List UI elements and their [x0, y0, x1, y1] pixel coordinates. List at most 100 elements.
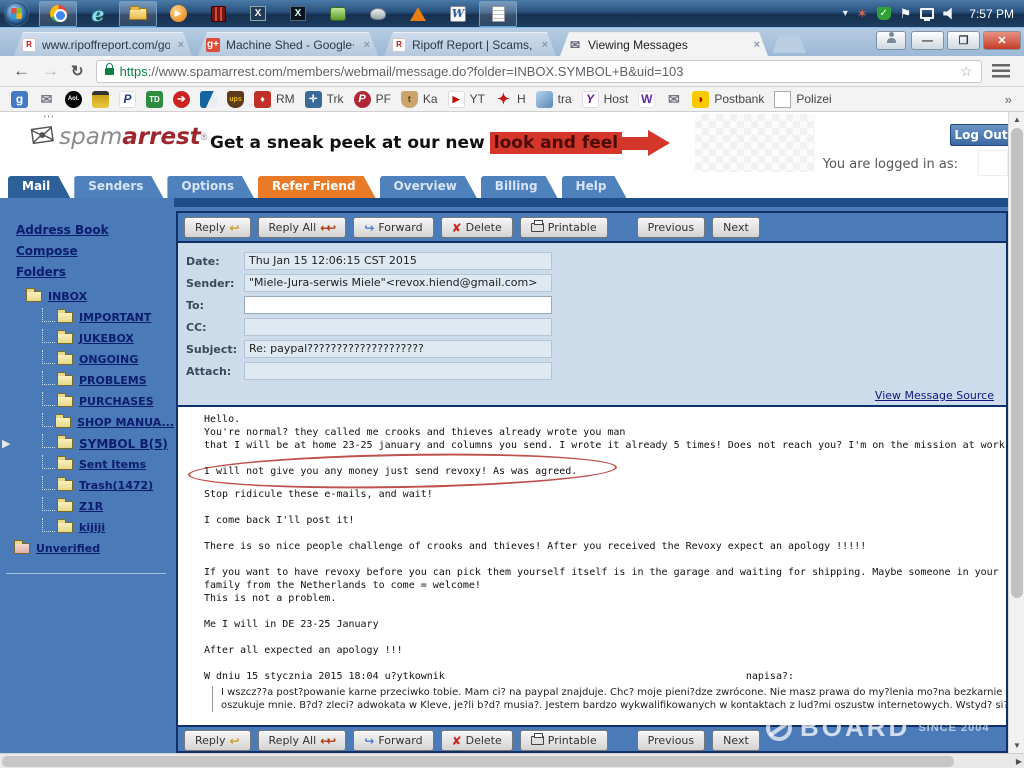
- antivirus-shield-icon[interactable]: ✓: [877, 7, 891, 20]
- taskbar-explorer[interactable]: [119, 1, 157, 27]
- folder-sent-items[interactable]: Sent Items: [0, 454, 174, 475]
- volume-icon[interactable]: [943, 8, 956, 20]
- reply-all-button[interactable]: Reply All↩↩: [258, 217, 347, 238]
- folder-z1r[interactable]: Z1R: [0, 496, 174, 517]
- horizontal-scrollbar[interactable]: ▶: [0, 753, 1024, 768]
- folder-shop-manuals[interactable]: SHOP MANUA...: [0, 412, 174, 433]
- bookmark-h[interactable]: ✦H: [495, 91, 526, 108]
- scroll-up-icon[interactable]: ▲: [1009, 112, 1024, 127]
- maximize-button[interactable]: ❐: [947, 31, 980, 50]
- tab-close-icon[interactable]: ×: [542, 39, 548, 51]
- folder-unverified[interactable]: Unverified: [0, 538, 174, 559]
- tab-senders[interactable]: Senders: [74, 176, 163, 198]
- reply-button[interactable]: Reply↩: [184, 730, 251, 751]
- folder-problems[interactable]: PROBLEMS: [0, 370, 174, 391]
- sidebar-link-compose[interactable]: Compose: [16, 244, 174, 258]
- bookmark-tra[interactable]: tra: [536, 91, 572, 108]
- sidebar-link-address-book[interactable]: Address Book: [16, 223, 174, 237]
- bookmark-aol[interactable]: Aol.: [65, 91, 82, 108]
- printable-button[interactable]: Printable: [520, 730, 608, 751]
- menu-icon[interactable]: [992, 64, 1010, 78]
- bookmark-yt[interactable]: ▶YT: [448, 91, 485, 108]
- previous-button[interactable]: Previous: [637, 217, 706, 238]
- new-tab-button[interactable]: [772, 35, 806, 53]
- bookmark-spamarrest2[interactable]: ✉: [665, 91, 682, 108]
- taskbar-app-red[interactable]: [199, 1, 237, 27]
- folder-kijiji[interactable]: kijiji: [0, 517, 174, 538]
- delete-button[interactable]: ✘Delete: [441, 217, 513, 238]
- bookmark-host[interactable]: YHost: [582, 91, 629, 108]
- back-icon[interactable]: ←: [13, 61, 30, 81]
- reply-button[interactable]: Reply↩: [184, 217, 251, 238]
- start-button[interactable]: [5, 2, 28, 25]
- omnibox[interactable]: https ://www.spamarrest.com/members/webm…: [96, 60, 982, 83]
- forward-button[interactable]: ↪Forward: [353, 217, 433, 238]
- taskbar-chrome[interactable]: [39, 1, 77, 27]
- bookmark-trk[interactable]: ✛Trk: [305, 91, 344, 108]
- tab-options[interactable]: Options: [167, 176, 254, 198]
- tab-refer-friend[interactable]: Refer Friend: [258, 176, 376, 198]
- bookmark-staples[interactable]: ➔: [173, 91, 190, 108]
- bookmarks-overflow-icon[interactable]: »: [1005, 92, 1012, 107]
- tab-close-icon[interactable]: ×: [364, 39, 370, 51]
- sneak-peek-banner[interactable]: Get a sneak peek at our new look and fee…: [210, 130, 670, 156]
- tab-viewing-messages[interactable]: ✉ Viewing Messages ×: [560, 32, 768, 56]
- bookmark-usps[interactable]: [200, 91, 217, 108]
- folder-inbox[interactable]: INBOX: [0, 286, 174, 307]
- bookmark-polizei[interactable]: Polizei: [774, 91, 831, 108]
- previous-button[interactable]: Previous: [637, 730, 706, 751]
- sidebar-link-folders[interactable]: Folders: [16, 265, 174, 279]
- tab-close-icon[interactable]: ×: [178, 39, 184, 51]
- tab-help[interactable]: Help: [562, 176, 627, 198]
- minimize-button[interactable]: —: [911, 31, 944, 50]
- bookmark-rm[interactable]: ♦RM: [254, 91, 295, 108]
- bookmark-postbank[interactable]: ◗Postbank: [692, 91, 764, 108]
- tab-close-icon[interactable]: ×: [754, 39, 760, 51]
- tab-overview[interactable]: Overview: [380, 176, 477, 198]
- horizontal-scroll-thumb[interactable]: [2, 756, 954, 767]
- taskbar-vlc[interactable]: [399, 1, 437, 27]
- forward-icon[interactable]: →: [42, 61, 59, 81]
- next-button[interactable]: Next: [712, 730, 760, 751]
- folder-symbol-b[interactable]: SYMBOL B(5): [0, 433, 174, 454]
- reply-all-button[interactable]: Reply All↩↩: [258, 730, 347, 751]
- delete-button[interactable]: ✘Delete: [441, 730, 513, 751]
- close-button[interactable]: ✕: [983, 31, 1021, 50]
- bookmark-td[interactable]: TD: [146, 91, 163, 108]
- vertical-scrollbar[interactable]: ▲ ▼: [1008, 112, 1024, 753]
- folder-purchases[interactable]: PURCHASES: [0, 391, 174, 412]
- folder-trash[interactable]: Trash(1472): [0, 475, 174, 496]
- folder-important[interactable]: IMPORTANT: [0, 307, 174, 328]
- clock[interactable]: 7:57 PM: [969, 7, 1014, 21]
- logout-button[interactable]: Log Out: [950, 124, 1012, 146]
- tab-machine-shed[interactable]: g+ Machine Shed - Google+ ×: [198, 32, 378, 56]
- bookmark-google[interactable]: g: [11, 91, 28, 108]
- spamarrest-logo[interactable]: ''' ✉ spamarrest®: [30, 122, 207, 152]
- folder-jukebox[interactable]: JUKEBOX: [0, 328, 174, 349]
- bookmark-paypal[interactable]: P: [119, 91, 136, 108]
- taskbar-app-saver[interactable]: [359, 1, 397, 27]
- taskbar-app-x1[interactable]: X: [239, 1, 277, 27]
- bookmark-shopping[interactable]: [92, 91, 109, 108]
- bookmark-pf[interactable]: PPF: [354, 91, 391, 108]
- tab-ripoff-report[interactable]: R Ripoff Report | Scams, rev ×: [384, 32, 556, 56]
- bookmark-ups[interactable]: ups: [227, 91, 244, 108]
- taskbar-word[interactable]: W: [439, 1, 477, 27]
- taskbar-media-player[interactable]: ▶: [159, 1, 197, 27]
- scroll-down-icon[interactable]: ▼: [1009, 738, 1024, 753]
- bookmark-webs[interactable]: W: [638, 91, 655, 108]
- network-icon[interactable]: [920, 8, 934, 19]
- taskbar-notepad[interactable]: [479, 1, 517, 27]
- forward-button[interactable]: ↪Forward: [353, 730, 433, 751]
- view-message-source-link[interactable]: View Message Source: [875, 389, 994, 402]
- vertical-scroll-thumb[interactable]: [1011, 128, 1023, 598]
- reload-icon[interactable]: ↻: [71, 62, 84, 80]
- bookmark-star-icon[interactable]: ☆: [960, 63, 973, 80]
- taskbar-ie[interactable]: e: [79, 1, 117, 27]
- tray-app-icon[interactable]: ✶: [857, 6, 868, 22]
- tab-billing[interactable]: Billing: [481, 176, 558, 198]
- printable-button[interactable]: Printable: [520, 217, 608, 238]
- bookmark-ka[interactable]: tKa: [401, 91, 438, 108]
- scroll-right-icon[interactable]: ▶: [1016, 754, 1022, 768]
- taskbar-app-x2[interactable]: X: [279, 1, 317, 27]
